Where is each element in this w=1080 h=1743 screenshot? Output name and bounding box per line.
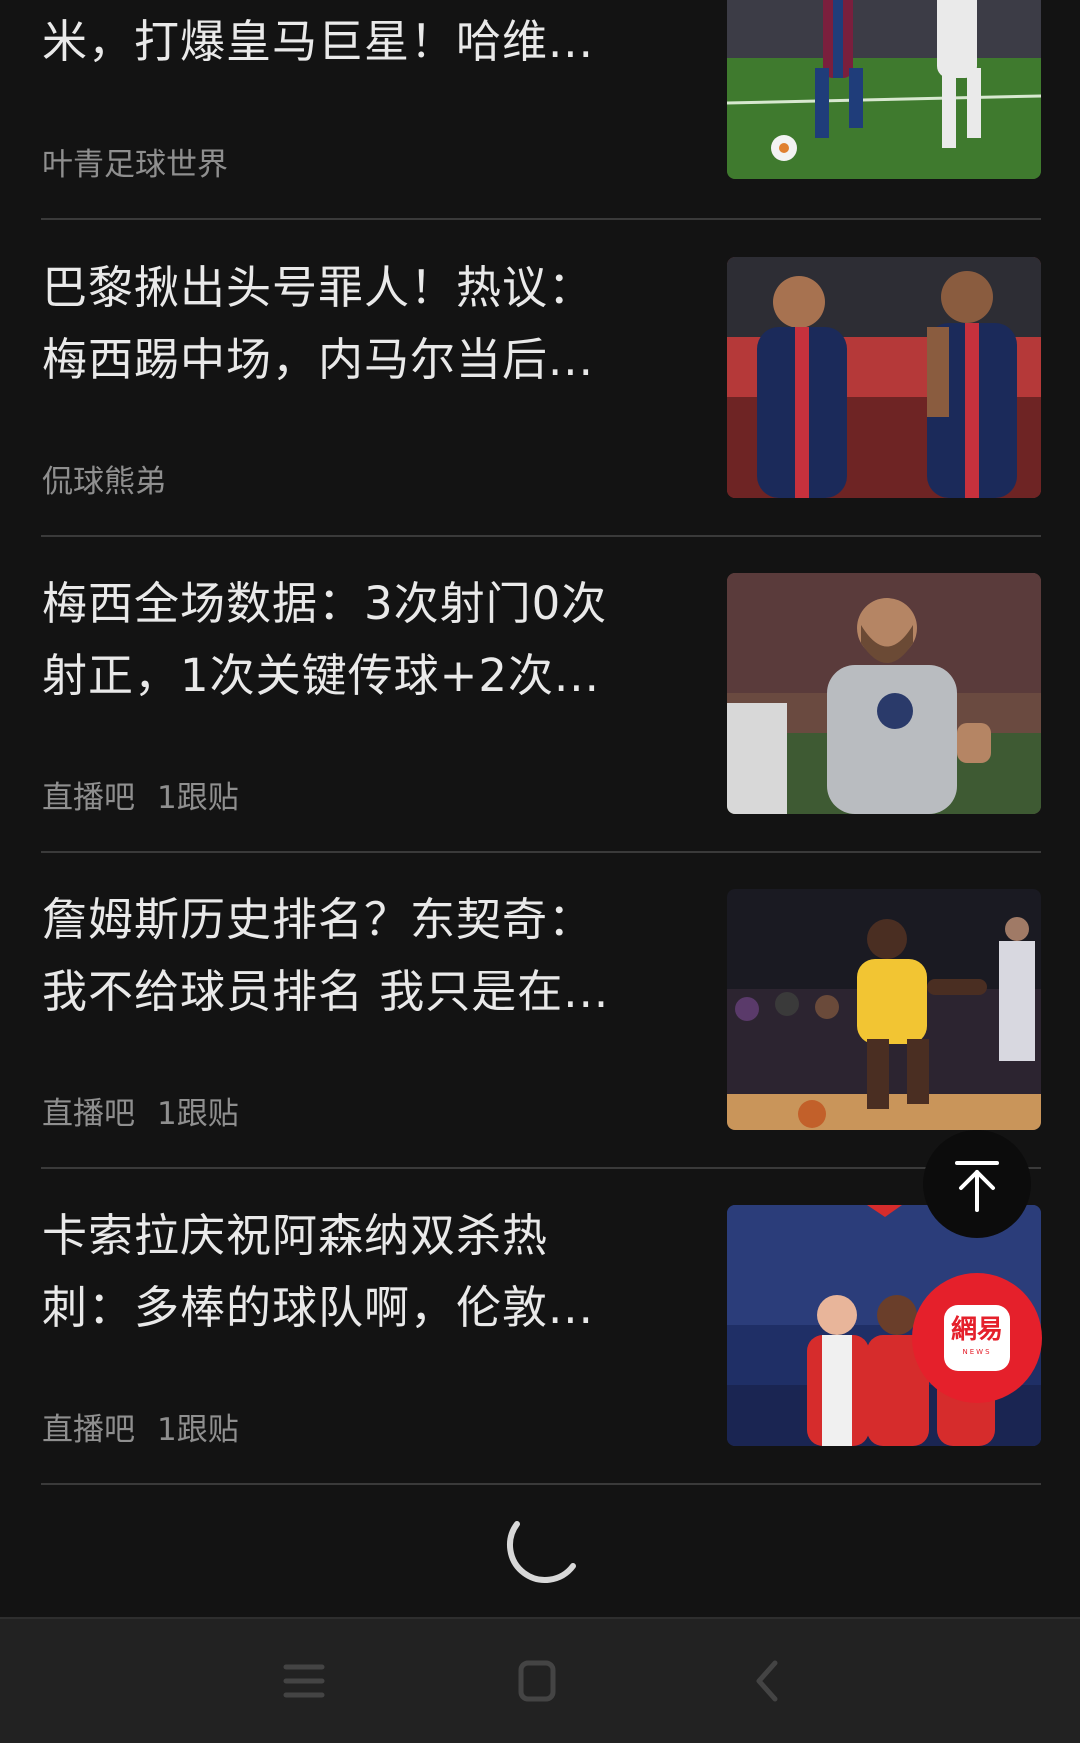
news-title: 詹姆斯历史排名？东契奇： 我不给球员排名 我只是在...	[42, 884, 682, 1028]
back-icon	[756, 1660, 778, 1702]
news-title: 米，打爆皇马巨星！哈维...	[42, 6, 682, 78]
news-source: 直播吧	[42, 1412, 135, 1448]
news-thumbnail[interactable]	[727, 573, 1041, 814]
news-source: 直播吧	[42, 780, 135, 816]
news-title-line: 射正，1次关键传球+2次...	[42, 649, 600, 702]
news-title-line: 米，打爆皇马巨星！哈维...	[42, 15, 594, 68]
back-button[interactable]	[735, 1649, 799, 1713]
arrow-up-to-top-icon	[955, 1161, 999, 1212]
reply-count: 1跟贴	[157, 1412, 239, 1448]
news-source: 叶青足球世界	[42, 147, 228, 183]
news-title-line: 巴黎揪出头号罪人！热议：	[42, 261, 595, 314]
menu-button[interactable]	[272, 1649, 336, 1713]
news-title-line: 詹姆斯历史排名？东契奇：	[42, 893, 595, 946]
news-source: 侃球熊弟	[42, 464, 166, 500]
news-item[interactable]: 米，打爆皇马巨星！哈维... 叶青足球世界	[0, 0, 1080, 220]
loading-spinner-icon	[497, 1506, 581, 1590]
app-logo-text: 網易	[950, 1315, 1003, 1345]
news-title: 卡索拉庆祝阿森纳双杀热 刺：多棒的球队啊，伦敦...	[42, 1200, 682, 1344]
news-source: 直播吧	[42, 1096, 135, 1132]
news-item[interactable]: 梅西全场数据：3次射门0次 射正，1次关键传球+2次... 直播吧 1跟贴	[0, 536, 1080, 852]
news-title: 梅西全场数据：3次射门0次 射正，1次关键传球+2次...	[42, 568, 682, 712]
netease-logo: 網易 NEWS	[944, 1305, 1010, 1371]
reply-count: 1跟贴	[157, 780, 239, 816]
news-meta: 叶青足球世界	[42, 139, 228, 184]
reply-count: 1跟贴	[157, 1096, 239, 1132]
news-meta: 侃球熊弟	[42, 456, 166, 501]
news-item[interactable]: 詹姆斯历史排名？东契奇： 我不给球员排名 我只是在... 直播吧 1跟贴	[0, 852, 1080, 1168]
news-meta: 直播吧 1跟贴	[42, 1404, 239, 1449]
divider	[41, 1483, 1041, 1485]
news-title-line: 梅西踢中场，内马尔当后...	[42, 333, 594, 386]
news-title-line: 梅西全场数据：3次射门0次	[42, 577, 608, 630]
news-title-line: 卡索拉庆祝阿森纳双杀热	[42, 1209, 549, 1262]
news-title-line: 我不给球员排名 我只是在...	[42, 965, 610, 1018]
news-title-line: 刺：多棒的球队啊，伦敦...	[42, 1281, 594, 1334]
news-meta: 直播吧 1跟贴	[42, 1088, 239, 1133]
home-button[interactable]	[505, 1649, 569, 1713]
system-navigation-bar	[0, 1617, 1080, 1743]
news-title: 巴黎揪出头号罪人！热议： 梅西踢中场，内马尔当后...	[42, 252, 682, 396]
home-icon	[518, 1660, 556, 1702]
news-thumbnail[interactable]	[727, 257, 1041, 498]
menu-icon	[283, 1664, 325, 1698]
news-thumbnail[interactable]	[727, 0, 1041, 179]
netease-news-app-button[interactable]: 網易 NEWS	[912, 1273, 1042, 1403]
news-meta: 直播吧 1跟贴	[42, 772, 239, 817]
back-to-top-button[interactable]	[923, 1130, 1031, 1238]
news-thumbnail[interactable]	[727, 889, 1041, 1130]
app-logo-subtext: NEWS	[962, 1348, 992, 1356]
news-item[interactable]: 巴黎揪出头号罪人！热议： 梅西踢中场，内马尔当后... 侃球熊弟	[0, 220, 1080, 536]
